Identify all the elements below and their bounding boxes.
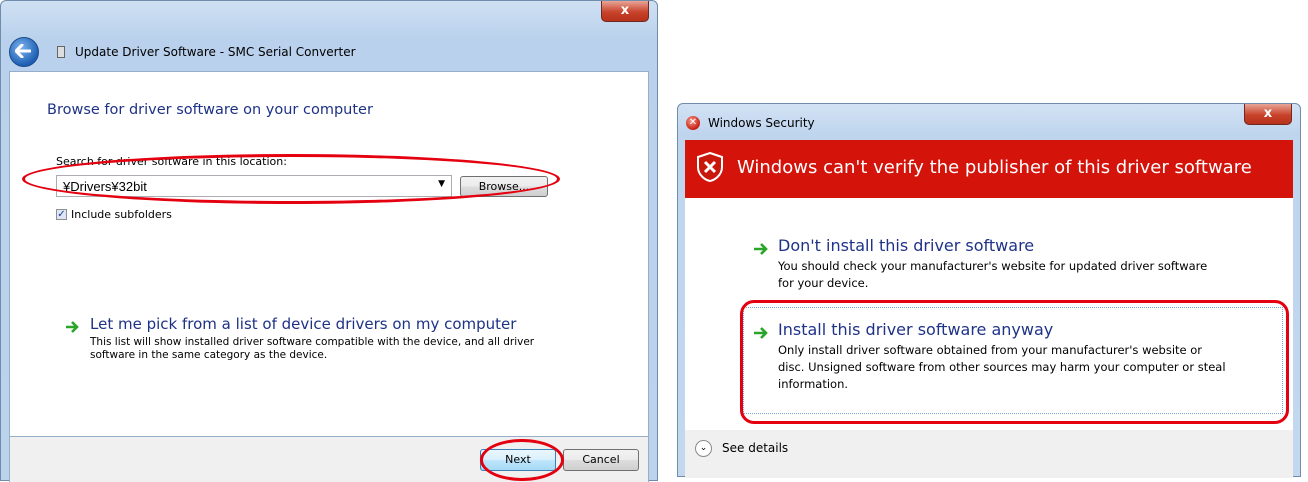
pick-from-list-description: This list will show installed driver sof…: [90, 336, 534, 362]
dont-install-option[interactable]: Don't install this driver software: [778, 236, 1034, 255]
page-heading: Browse for driver software on your compu…: [47, 102, 373, 118]
include-subfolders-label: Include subfolders: [71, 208, 172, 221]
warning-banner: Windows can't verify the publisher of th…: [685, 140, 1293, 198]
include-subfolders-checkbox[interactable]: ✓: [56, 209, 67, 220]
chevron-down-icon[interactable]: ⌄: [695, 440, 712, 457]
back-button[interactable]: [9, 37, 39, 67]
content-panel: Browse for driver software on your compu…: [9, 71, 649, 437]
close-button[interactable]: x: [601, 1, 649, 22]
back-arrow-icon: [15, 44, 31, 58]
desc-line: for your device.: [778, 276, 869, 290]
pick-desc-line: This list will show installed driver sof…: [90, 336, 535, 348]
security-icon: ✕: [686, 116, 700, 130]
cancel-button[interactable]: Cancel: [563, 449, 639, 471]
green-arrow-icon: [66, 321, 79, 333]
footer-bar: Next Cancel: [9, 437, 649, 482]
highlight-rect-install: [740, 300, 1289, 424]
close-button[interactable]: x: [1244, 104, 1292, 125]
windows-security-dialog: x ✕ Windows Security Windows can't verif…: [677, 103, 1301, 478]
window-title: Update Driver Software - SMC Serial Conv…: [75, 45, 356, 59]
green-arrow-icon: [754, 243, 768, 255]
options-panel: Don't install this driver software You s…: [685, 198, 1293, 430]
desc-line: You should check your manufacturer's web…: [778, 259, 1208, 273]
window-title: Windows Security: [708, 116, 815, 130]
window-header: Update Driver Software - SMC Serial Conv…: [9, 37, 649, 67]
shield-error-icon: [697, 152, 723, 182]
update-driver-window: x Update Driver Software - SMC Serial Co…: [0, 0, 658, 482]
highlight-oval-path: [22, 154, 560, 204]
see-details-link[interactable]: See details: [722, 441, 788, 455]
pick-from-list-link[interactable]: Let me pick from a list of device driver…: [90, 315, 516, 333]
banner-text: Windows can't verify the publisher of th…: [737, 157, 1252, 178]
dont-install-description: You should check your manufacturer's web…: [778, 258, 1207, 292]
highlight-oval-next: [480, 439, 564, 481]
pick-desc-line: software in the same category as the dev…: [90, 349, 328, 361]
device-icon: [57, 46, 65, 58]
